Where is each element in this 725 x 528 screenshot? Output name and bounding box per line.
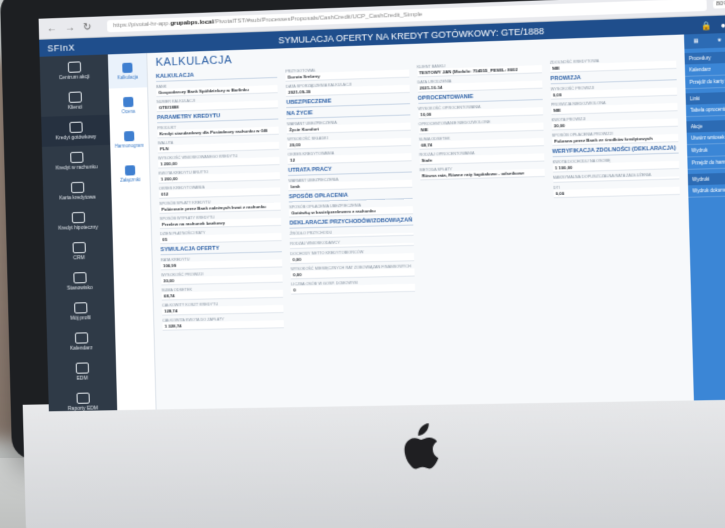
reload-icon[interactable]: ↻ — [83, 21, 92, 32]
subnav-item-label: Harmonogram — [114, 142, 145, 149]
dashboard-icon — [67, 60, 81, 73]
sidebar-item[interactable]: Stanowisko — [45, 265, 114, 297]
subnav-item[interactable]: Kalkulacja — [107, 53, 148, 89]
url-prefix: https://pivotal-hr-app. — [113, 21, 171, 30]
section-heading: SPOSÓB OPŁACENIA — [288, 190, 413, 203]
sidebar-item-label: Kredyt w rachunku — [55, 163, 98, 172]
sidebar-item[interactable]: Kredyt hipoteczny — [44, 205, 113, 237]
calculator-icon — [122, 62, 133, 73]
section-heading: OPROCENTOWANIE — [417, 91, 543, 104]
sidebar-item-label: Mój profil — [70, 314, 91, 322]
sidebar-item-label: Karta kredytowa — [59, 194, 96, 202]
report-icon — [75, 392, 90, 404]
crm-icon — [72, 241, 86, 253]
doc-icon — [123, 96, 134, 107]
subnav-item[interactable]: Załączniki — [111, 156, 150, 191]
user-icon — [73, 301, 87, 314]
sidebar-item[interactable]: Kalendarz — [47, 326, 116, 357]
sidebar-item[interactable]: CRM — [44, 235, 113, 267]
edm-icon — [75, 361, 89, 374]
calendar-icon — [74, 331, 88, 344]
sidebar-item-label: Centrum akcji — [58, 73, 90, 81]
right-panel-tabs: ▦ ★ ⓘ — [684, 32, 725, 49]
right-panel-link[interactable]: Wydruk dokumentów — [688, 183, 725, 198]
url-path: /PivotalTST/#sub/ProcessesProposals/Cash… — [213, 11, 423, 26]
monitor-chin — [22, 391, 725, 528]
monitor: ← → ↻ https://pivotal-hr-app. grupabps.lo… — [0, 0, 725, 528]
section-heading: NA ŻYCIE — [286, 107, 410, 120]
desk-icon — [72, 271, 87, 283]
right-panel-link[interactable]: Przejdź do karty klienta — [685, 74, 725, 90]
section-heading: PROWIZJA — [550, 71, 677, 85]
user-icon[interactable]: ● — [721, 20, 725, 29]
right-panel-section[interactable]: Wydruki — [687, 172, 725, 186]
field-columns: KALKULACJA BANK Gospodarczy Bank Spółdziel… — [155, 53, 683, 331]
subnav-item-label: Załączniki — [120, 176, 141, 183]
sidebar-item[interactable]: Mój profil — [46, 296, 115, 328]
back-arrow-icon[interactable]: ← — [47, 23, 57, 34]
subnav-item[interactable]: Harmonogram — [110, 122, 149, 157]
forward-arrow-icon[interactable]: → — [65, 22, 75, 33]
sidebar-item-label: Raporty EDM — [67, 404, 99, 412]
sidebar-item-label: Kredyt gotówkowy — [55, 133, 97, 141]
grid-icon[interactable]: ▦ — [694, 38, 699, 44]
sidebar-item[interactable]: Centrum akcji — [40, 54, 109, 86]
url-host: grupabps.local — [170, 19, 214, 28]
header-icons: 🔒 ● ⋮ — [690, 19, 725, 31]
right-panel-link[interactable]: Tabela oprocentowania — [685, 102, 725, 118]
sidebar-item[interactable]: Karta kredytowa — [43, 175, 112, 207]
column-2: PRZYGOTOWAŁ Dorota Srebrny DATA SPORZĄDZEN… — [285, 62, 415, 328]
right-panel-link[interactable]: Wydruk — [686, 142, 725, 158]
sidebar-item[interactable]: Kredyt gotówkowy — [41, 114, 111, 147]
apple-logo-icon — [403, 423, 439, 469]
subnav-item[interactable]: Ocena — [109, 87, 148, 122]
section-heading: WERYFIKACJA ZDOLNOŚCI (DEKLARACJA) — [552, 145, 679, 158]
paperclip-icon — [124, 164, 136, 176]
column-3: KLIENT BANKU TESTOWY JAN (Modulo: 754555_… — [417, 58, 549, 325]
column-4: ZDOLNOŚĆ KREDYTOWA NIE PROWIZJA WYSOKOŚĆ PR… — [550, 53, 683, 322]
zoom-level[interactable]: 80% — [712, 0, 725, 9]
browser-nav: ← → ↻ — [39, 21, 108, 34]
calculation-content: KALKULACJA KALKULACJA BANK Gospodarczy Ban… — [147, 34, 694, 410]
right-panel-section[interactable]: Akcje — [686, 119, 725, 133]
money-icon — [68, 121, 83, 133]
app-brand[interactable]: SFInX — [39, 40, 138, 54]
calendar-icon — [123, 130, 135, 141]
person-icon — [68, 90, 82, 103]
column-1: KALKULACJA BANK Gospodarczy Bank Spółdziel… — [155, 67, 285, 331]
section-heading: SYMULACJA OFERTY — [160, 244, 283, 256]
subnav-item-label: Ocena — [121, 108, 136, 114]
section-heading: UTRATA PRACY — [288, 164, 412, 176]
sidebar-item-label: Klienci — [67, 104, 83, 111]
app-body: Centrum akcji Klienci Kredyt gotówkowy Kred… — [39, 32, 725, 411]
section-heading: DEKLARACJE PRZYCHODÓW/ZOBOWIĄZAŃ — [289, 217, 413, 229]
star-tab-icon[interactable]: ★ — [717, 37, 721, 43]
sidebar-item[interactable]: Kredyt w rachunku — [42, 145, 111, 177]
sidebar-item-label: EDM — [76, 375, 88, 382]
lock-icon[interactable]: 🔒 — [701, 21, 712, 31]
right-panel-link[interactable]: Utwórz wniosek — [686, 130, 725, 146]
right-panel-link[interactable]: Kalendarz — [684, 62, 725, 77]
section-heading: UBEZPIECZENIE — [286, 96, 410, 109]
sidebar-item-label: CRM — [73, 254, 85, 261]
scene: ← → ↻ https://pivotal-hr-app. grupabps.lo… — [0, 0, 725, 528]
section-heading: KALKULACJA — [155, 69, 278, 82]
section-heading: PARAMETRY KREDYTU — [156, 111, 279, 124]
sidebar-item-label: Kredyt hipoteczny — [58, 224, 99, 232]
sidebar-item[interactable]: Raporty EDM — [48, 386, 117, 411]
sidebar-item-label: Kalendarz — [69, 344, 93, 352]
screen: ← → ↻ https://pivotal-hr-app. grupabps.lo… — [38, 0, 725, 412]
main-sidebar: Centrum akcji Klienci Kredyt gotówkowy Kred… — [39, 54, 118, 411]
money-icon — [69, 151, 83, 163]
sidebar-item[interactable]: Klienci — [40, 85, 109, 117]
sidebar-item[interactable]: EDM — [47, 356, 116, 387]
sidebar-item-label: Stanowisko — [66, 284, 93, 292]
house-icon — [71, 211, 85, 223]
right-panel-link[interactable]: Przejdź do harmonogramu — [687, 155, 725, 170]
card-icon — [70, 181, 84, 193]
subnav-item-label: Kalkulacja — [117, 74, 139, 80]
